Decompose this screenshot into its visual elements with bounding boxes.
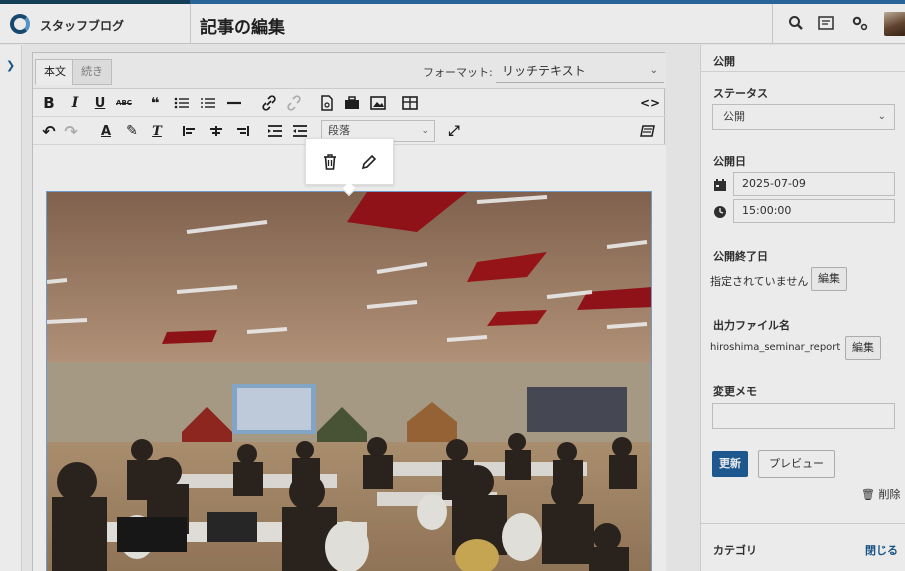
clock-icon xyxy=(713,204,727,218)
calendar-icon xyxy=(713,177,727,191)
toolbar-row-1: B I U ABC ❝ <> xyxy=(33,89,666,117)
settings-icon[interactable] xyxy=(848,12,872,34)
top-bar: スタッフブログ 記事の編集 xyxy=(0,0,905,44)
numbered-list-icon[interactable] xyxy=(200,93,216,113)
spellcheck-icon[interactable] xyxy=(640,121,656,141)
fullscreen-icon[interactable]: ⤢ xyxy=(446,121,462,141)
category-panel: カテゴリ 閉じる xyxy=(701,523,905,571)
end-date-label: 公開終了日 xyxy=(713,250,768,263)
tab-more[interactable]: 続き xyxy=(72,59,112,85)
status-select-value: 公開 xyxy=(723,110,745,123)
category-label: カテゴリ xyxy=(713,544,757,557)
end-date-edit-button[interactable]: 編集 xyxy=(811,267,847,291)
output-file-edit-button[interactable]: 編集 xyxy=(845,336,881,360)
delete-label: 削除 xyxy=(878,488,901,501)
publish-sidebar: 公開 ステータス 公開 ⌄ 公開日 2025-07-09 15:00:00 公開… xyxy=(700,45,905,571)
link-icon[interactable] xyxy=(261,93,277,113)
list-icon[interactable] xyxy=(814,12,838,34)
format-select-value: リッチテキスト xyxy=(502,64,586,78)
source-code-icon[interactable]: <> xyxy=(640,93,660,113)
publish-time-input[interactable]: 15:00:00 xyxy=(733,199,895,223)
change-memo-label: 変更メモ xyxy=(713,385,757,398)
delete-link[interactable]: 🗑 削除 xyxy=(861,486,900,502)
strikethrough-icon[interactable]: ABC xyxy=(116,93,132,113)
align-left-icon[interactable] xyxy=(182,121,198,141)
rich-text-editor: 本文 続き フォーマット: リッチテキスト ⌄ B I U ABC ❝ <> ↶… xyxy=(32,52,666,571)
underline-icon[interactable]: U xyxy=(92,93,108,113)
insert-file-icon[interactable] xyxy=(319,93,335,113)
divider xyxy=(772,4,773,44)
end-date-value: 指定されていません xyxy=(710,275,809,288)
edit-icon[interactable] xyxy=(358,151,380,173)
chevron-right-icon[interactable]: ❯ xyxy=(6,59,15,72)
align-right-icon[interactable] xyxy=(234,121,250,141)
format-label: フォーマット: xyxy=(423,66,493,79)
chevron-down-icon: ⌄ xyxy=(877,111,886,122)
chevron-down-icon: ⌄ xyxy=(649,65,658,76)
tab-body[interactable]: 本文 xyxy=(35,59,75,85)
insert-image-icon[interactable] xyxy=(370,93,386,113)
output-file-label: 出力ファイル名 xyxy=(713,319,790,332)
image-action-tooltip xyxy=(305,138,394,197)
update-button[interactable]: 更新 xyxy=(712,451,748,477)
divider xyxy=(701,71,905,72)
divider xyxy=(190,4,191,44)
redo-icon[interactable]: ↷ xyxy=(63,121,79,141)
bulleted-list-icon[interactable] xyxy=(174,93,190,113)
italic-icon[interactable]: I xyxy=(67,93,83,113)
blockquote-icon[interactable]: ❝ xyxy=(147,93,163,113)
status-select[interactable]: 公開 ⌄ xyxy=(712,104,895,130)
category-close-link[interactable]: 閉じる xyxy=(865,542,898,558)
unlink-icon[interactable] xyxy=(286,93,302,113)
site-logo-icon[interactable] xyxy=(10,14,30,34)
top-accent-bar-dark xyxy=(0,0,190,4)
avatar[interactable] xyxy=(884,12,905,36)
indent-icon[interactable] xyxy=(267,121,283,141)
align-center-icon[interactable] xyxy=(208,121,224,141)
publish-date-label: 公開日 xyxy=(713,155,746,168)
preview-button[interactable]: プレビュー xyxy=(758,450,835,478)
left-rail: ❯ xyxy=(0,45,22,571)
seminar-photo[interactable] xyxy=(46,191,652,571)
editor-content-area[interactable] xyxy=(33,145,666,571)
undo-icon[interactable]: ↶ xyxy=(41,121,57,141)
trash-icon: 🗑 xyxy=(861,488,875,501)
trash-icon[interactable] xyxy=(319,151,341,173)
output-file-value: hiroshima_seminar_report xyxy=(710,342,841,353)
editor-tabs: 本文 続き フォーマット: リッチテキスト ⌄ xyxy=(33,53,666,89)
page-title: 記事の編集 xyxy=(200,18,285,38)
publish-date-input[interactable]: 2025-07-09 xyxy=(733,172,895,196)
chevron-down-icon: ⌄ xyxy=(421,126,429,136)
change-memo-input[interactable] xyxy=(712,403,895,429)
site-name[interactable]: スタッフブログ xyxy=(40,17,124,34)
text-color-icon[interactable]: A xyxy=(98,121,114,141)
format-select[interactable]: リッチテキスト ⌄ xyxy=(496,59,664,83)
publish-heading: 公開 xyxy=(713,55,735,68)
horizontal-rule-icon[interactable] xyxy=(226,93,242,113)
search-icon[interactable] xyxy=(784,12,808,34)
insert-asset-icon[interactable] xyxy=(344,93,360,113)
highlight-icon[interactable]: ✎ xyxy=(124,121,140,141)
status-label: ステータス xyxy=(713,87,768,100)
clear-formatting-icon[interactable]: T xyxy=(149,121,165,141)
paragraph-format-value: 段落 xyxy=(328,124,350,137)
table-icon[interactable] xyxy=(402,93,418,113)
bold-icon[interactable]: B xyxy=(41,93,57,113)
